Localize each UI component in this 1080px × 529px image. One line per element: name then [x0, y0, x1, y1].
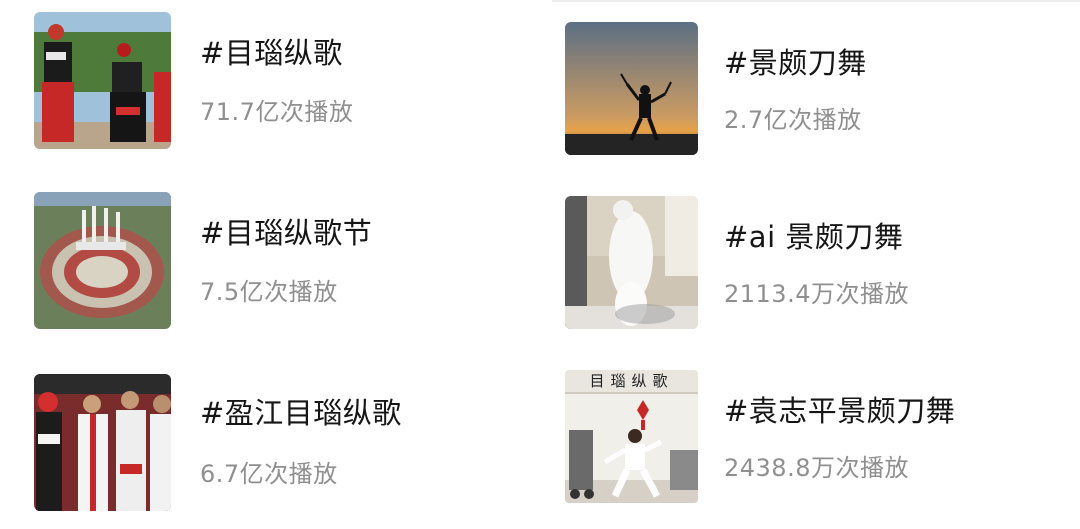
topic-title: #盈江目瑙纵歌	[200, 396, 402, 430]
topic-play-count: 7.5亿次播放	[200, 278, 338, 306]
topic-thumbnail	[34, 374, 171, 511]
topic-title: #目瑙纵歌	[200, 36, 343, 70]
topic-play-count: 6.7亿次播放	[200, 460, 338, 488]
divider-line	[552, 0, 1080, 2]
topic-thumbnail	[34, 12, 171, 149]
topic-play-count: 2.7亿次播放	[724, 106, 862, 134]
topic-title: #袁志平景颇刀舞	[724, 394, 956, 428]
topic-title: #ai 景颇刀舞	[724, 220, 904, 254]
thumbnail-caption: 目瑙纵歌	[589, 372, 674, 390]
topic-thumbnail: 目瑙纵歌	[565, 370, 698, 503]
topic-title: #景颇刀舞	[724, 46, 867, 80]
topic-title: #目瑙纵歌节	[200, 216, 373, 250]
topic-thumbnail	[34, 192, 171, 329]
topic-play-count: 71.7亿次播放	[200, 98, 354, 126]
topic-play-count: 2113.4万次播放	[724, 280, 909, 308]
topic-thumbnail	[565, 196, 698, 329]
topic-thumbnail	[565, 22, 698, 155]
topic-play-count: 2438.8万次播放	[724, 454, 909, 482]
